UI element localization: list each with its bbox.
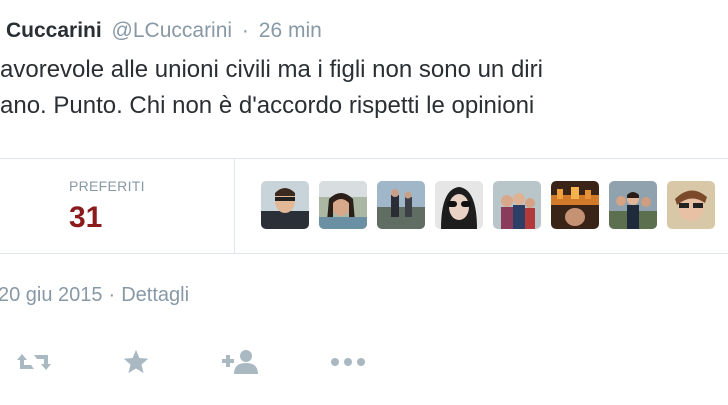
tweet-timestamp[interactable]: 26 min bbox=[259, 19, 322, 42]
author-name[interactable]: Cuccarini bbox=[6, 19, 102, 42]
stats-divider bbox=[234, 159, 235, 253]
author-handle[interactable]: @LCuccarini bbox=[112, 19, 233, 42]
avatar[interactable] bbox=[319, 181, 367, 229]
avatar[interactable] bbox=[435, 181, 483, 229]
retweet-icon bbox=[16, 350, 52, 374]
star-icon bbox=[121, 348, 151, 376]
avatar[interactable] bbox=[667, 181, 715, 229]
date-separator: · bbox=[108, 284, 116, 306]
favorite-button[interactable] bbox=[114, 340, 158, 384]
retweet-button[interactable] bbox=[12, 340, 56, 384]
tweet-date: 20 giu 2015 bbox=[0, 284, 103, 306]
favorites-label: PREFERITI bbox=[69, 178, 145, 194]
avatar[interactable] bbox=[493, 181, 541, 229]
tweet-date-line: 20 giu 2015 · Dettagli bbox=[0, 284, 189, 307]
favorites-count: 31 bbox=[69, 201, 103, 234]
avatar[interactable] bbox=[377, 181, 425, 229]
avatar[interactable] bbox=[551, 181, 599, 229]
avatar[interactable] bbox=[261, 181, 309, 229]
add-user-icon bbox=[220, 348, 260, 376]
avatar[interactable] bbox=[609, 181, 657, 229]
favorites-stat[interactable]: PREFERITI 31 bbox=[69, 177, 145, 237]
tweet-text-line-2: ano. Punto. Chi non è d'accordo rispetti… bbox=[0, 92, 535, 119]
tweet-header: Cuccarini @LCuccarini · 26 min bbox=[0, 14, 322, 48]
tweet-text: avorevole alle unioni civili ma i figli … bbox=[0, 52, 728, 124]
tweet-actions bbox=[0, 340, 728, 384]
tweet-text-line-1: avorevole alle unioni civili ma i figli … bbox=[0, 56, 543, 83]
details-link[interactable]: Dettagli bbox=[121, 284, 189, 306]
follow-button[interactable] bbox=[218, 340, 262, 384]
more-icon bbox=[328, 356, 368, 368]
tweet-stats: PREFERITI 31 bbox=[0, 158, 728, 254]
header-separator: · bbox=[241, 19, 249, 42]
more-button[interactable] bbox=[326, 340, 370, 384]
